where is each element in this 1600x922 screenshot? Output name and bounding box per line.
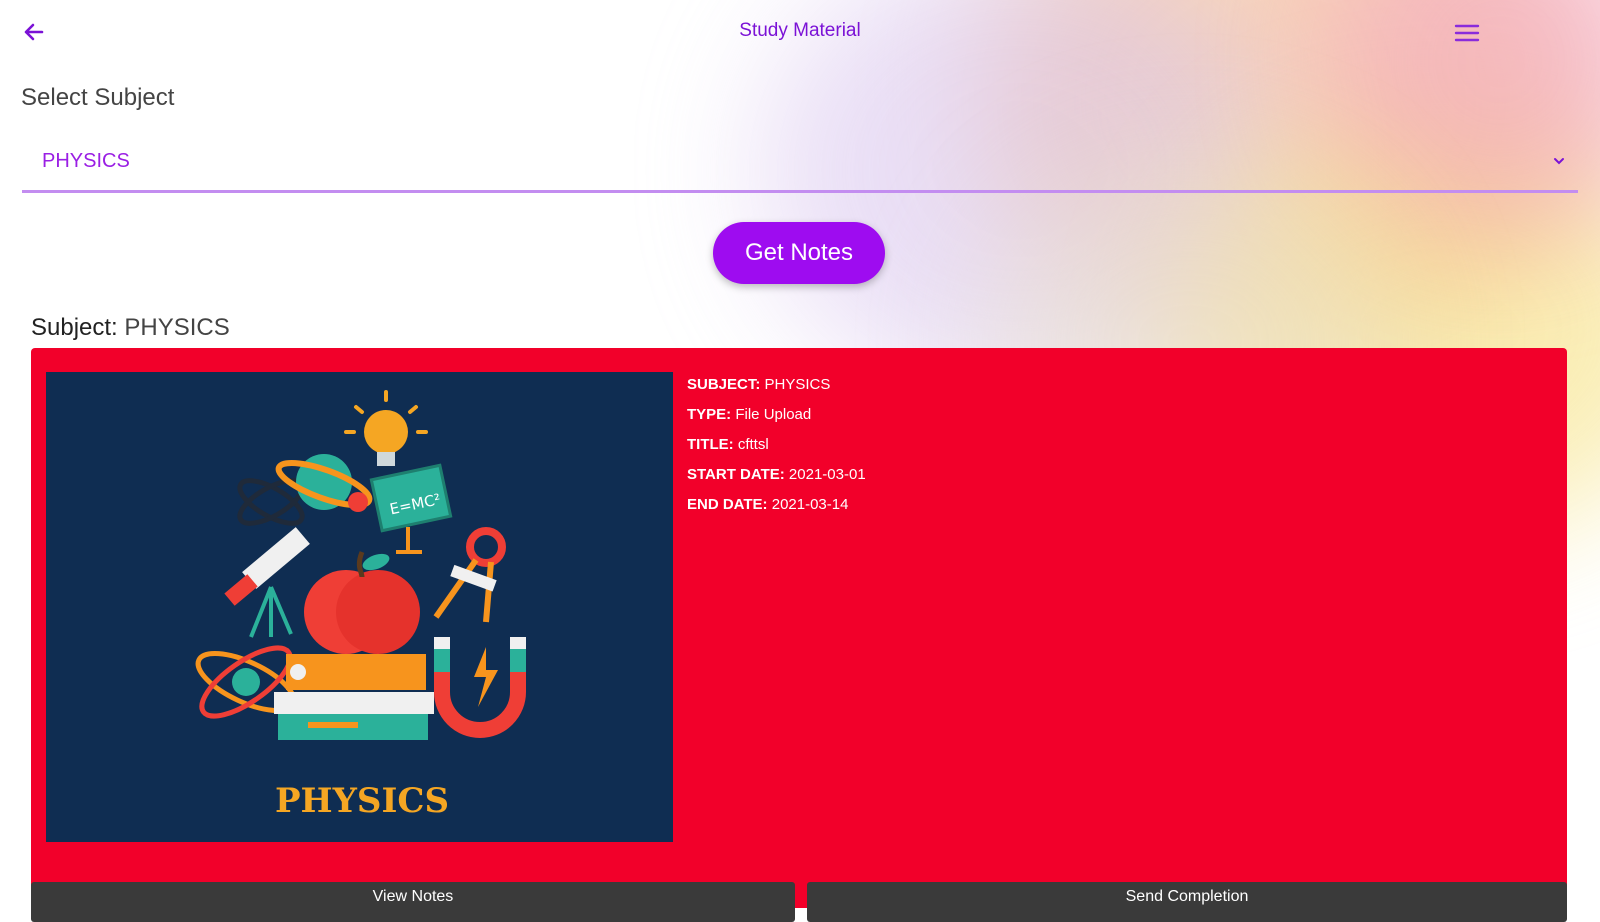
subject-select[interactable]: PHYSICS bbox=[22, 138, 1578, 193]
light-bulb-icon bbox=[344, 390, 428, 466]
detail-subject: SUBJECT: PHYSICS bbox=[687, 370, 866, 400]
result-heading-prefix: Subject: bbox=[31, 314, 125, 341]
image-caption: PHYSICS bbox=[275, 781, 449, 821]
detail-end-date-key: END DATE: bbox=[687, 496, 768, 513]
get-notes-button[interactable]: Get Notes bbox=[713, 222, 885, 284]
detail-start-date-key: START DATE: bbox=[687, 466, 785, 483]
detail-end-date-value: 2021-03-14 bbox=[767, 496, 849, 513]
menu-button[interactable] bbox=[1453, 21, 1481, 45]
telescope-icon bbox=[224, 527, 310, 638]
card-actions: View Notes Send Completion bbox=[31, 882, 1567, 922]
compass-icon bbox=[433, 527, 506, 623]
page-title: Study Material bbox=[739, 20, 861, 41]
app-header: Study Material bbox=[0, 0, 1600, 64]
detail-type: TYPE: File Upload bbox=[687, 400, 866, 430]
detail-end-date: END DATE: 2021-03-14 bbox=[687, 490, 866, 520]
physics-illustration: E=MC² PHYSICS bbox=[195, 390, 526, 821]
detail-type-key: TYPE: bbox=[687, 406, 732, 423]
magnet-icon bbox=[434, 637, 526, 738]
detail-title-key: TITLE: bbox=[687, 436, 734, 453]
detail-title-value: cfttsl bbox=[733, 436, 769, 453]
notes-card: E=MC² PHYSICS SUBJECT: PHYSICS TYPE: Fil… bbox=[31, 348, 1567, 922]
detail-type-value: File Upload bbox=[731, 406, 812, 423]
books-icon bbox=[274, 654, 434, 740]
view-notes-button[interactable]: View Notes bbox=[31, 882, 795, 922]
note-details: SUBJECT: PHYSICS TYPE: File Upload TITLE… bbox=[687, 370, 866, 520]
apple-icon bbox=[304, 551, 420, 654]
result-heading: Subject: PHYSICS bbox=[31, 314, 230, 342]
physics-cover-image: E=MC² PHYSICS bbox=[46, 372, 673, 842]
chevron-down-icon bbox=[1554, 158, 1564, 165]
hamburger-menu-icon bbox=[1454, 24, 1480, 42]
chalkboard-icon: E=MC² bbox=[369, 463, 453, 554]
select-subject-label: Select Subject bbox=[21, 84, 175, 111]
subject-select-value: PHYSICS bbox=[42, 150, 130, 172]
detail-start-date: START DATE: 2021-03-01 bbox=[687, 460, 866, 490]
detail-title: TITLE: cfttsl bbox=[687, 430, 866, 460]
detail-start-date-value: 2021-03-01 bbox=[784, 466, 866, 483]
detail-subject-value: PHYSICS bbox=[760, 376, 831, 393]
detail-subject-key: SUBJECT: bbox=[687, 376, 761, 393]
result-heading-value: PHYSICS bbox=[124, 314, 230, 341]
send-completion-button[interactable]: Send Completion bbox=[807, 882, 1567, 922]
